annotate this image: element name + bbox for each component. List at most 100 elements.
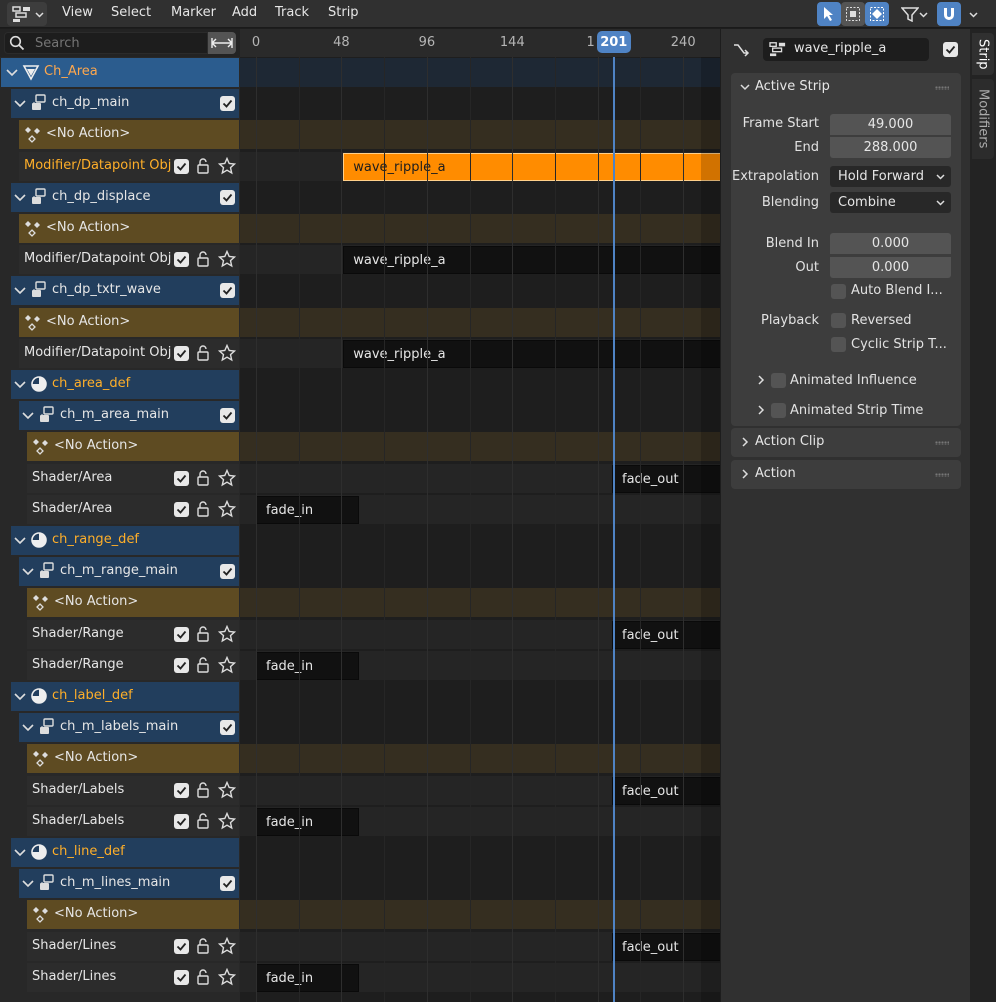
channel-action[interactable]: <No Action> bbox=[0, 431, 240, 462]
unlock-icon[interactable] bbox=[195, 157, 211, 175]
channel-object[interactable]: ch_m_labels_main bbox=[0, 712, 240, 743]
track-mute-checkbox[interactable] bbox=[174, 471, 189, 486]
playhead-line[interactable] bbox=[612, 57, 615, 1002]
menu-marker[interactable]: Marker bbox=[171, 5, 216, 20]
channel-track[interactable]: Shader/Range bbox=[0, 619, 240, 650]
menu-select[interactable]: Select bbox=[111, 5, 151, 20]
channel-track[interactable]: Modifier/Datapoint Obj bbox=[0, 151, 240, 182]
channel-action[interactable]: <No Action> bbox=[0, 899, 240, 930]
star-solo-icon[interactable] bbox=[218, 500, 236, 518]
track-mute-checkbox[interactable] bbox=[174, 627, 189, 642]
channel-track[interactable]: Shader/Area bbox=[0, 494, 240, 525]
star-solo-icon[interactable] bbox=[218, 968, 236, 986]
track-mute-checkbox[interactable] bbox=[174, 502, 189, 517]
menu-track[interactable]: Track bbox=[275, 5, 309, 20]
channel-object[interactable]: ch_dp_txtr_wave bbox=[0, 275, 240, 306]
channel-track[interactable]: Shader/Lines bbox=[0, 931, 240, 962]
unlock-icon[interactable] bbox=[195, 812, 211, 830]
box-select-button[interactable] bbox=[841, 2, 865, 26]
active-strip-panel-header[interactable]: Active Strip bbox=[731, 73, 961, 101]
chevron-down-icon[interactable] bbox=[14, 692, 26, 702]
mute-checkbox[interactable] bbox=[220, 96, 235, 111]
channel-action[interactable]: <No Action> bbox=[0, 587, 240, 618]
drag-handle-icon[interactable] bbox=[935, 473, 949, 477]
channel-track[interactable]: Shader/Lines bbox=[0, 962, 240, 993]
chevron-down-icon[interactable] bbox=[14, 193, 26, 203]
channel-scene[interactable]: Ch_Area bbox=[0, 57, 240, 88]
star-solo-icon[interactable] bbox=[218, 812, 236, 830]
strip-enabled-checkbox[interactable] bbox=[943, 42, 958, 57]
star-solo-icon[interactable] bbox=[218, 344, 236, 362]
channel-material[interactable]: ch_range_def bbox=[0, 525, 240, 556]
tab-modifiers[interactable]: Modifiers bbox=[972, 79, 994, 159]
star-solo-icon[interactable] bbox=[218, 157, 236, 175]
current-frame-indicator[interactable]: 201 bbox=[596, 31, 631, 53]
chevron-down-icon[interactable] bbox=[14, 99, 26, 109]
strip-name-field[interactable]: wave_ripple_a bbox=[763, 38, 929, 61]
star-solo-icon[interactable] bbox=[218, 937, 236, 955]
unlock-icon[interactable] bbox=[195, 625, 211, 643]
nla-strip[interactable]: fade_in bbox=[256, 652, 360, 680]
snap-dropdown[interactable] bbox=[963, 2, 983, 26]
menu-view[interactable]: View bbox=[62, 5, 93, 20]
chevron-right-icon[interactable] bbox=[757, 375, 765, 385]
animated-strip-time-checkbox[interactable] bbox=[771, 403, 786, 418]
star-solo-icon[interactable] bbox=[218, 656, 236, 674]
drag-handle-icon[interactable] bbox=[935, 86, 949, 90]
track-mute-checkbox[interactable] bbox=[174, 346, 189, 361]
nla-strip[interactable]: fade_in bbox=[256, 964, 360, 992]
editor-type-button[interactable] bbox=[7, 2, 47, 26]
channel-track[interactable]: Shader/Area bbox=[0, 463, 240, 494]
blending-dropdown[interactable]: Combine bbox=[830, 192, 951, 213]
track-mute-checkbox[interactable] bbox=[174, 970, 189, 985]
star-solo-icon[interactable] bbox=[218, 250, 236, 268]
action-panel[interactable]: Action bbox=[731, 460, 961, 489]
mute-checkbox[interactable] bbox=[220, 283, 235, 298]
nla-strip[interactable]: wave_ripple_a bbox=[343, 246, 720, 274]
channel-track[interactable]: Shader/Labels bbox=[0, 806, 240, 837]
frame-start-field[interactable]: 49.000 bbox=[830, 114, 951, 135]
chevron-down-icon[interactable] bbox=[14, 380, 26, 390]
channel-track[interactable]: Shader/Range bbox=[0, 650, 240, 681]
track-mute-checkbox[interactable] bbox=[174, 252, 189, 267]
channel-object[interactable]: ch_dp_main bbox=[0, 88, 240, 119]
frame-ruler[interactable]: 0 48 96 144 1 240 bbox=[240, 29, 720, 57]
blend-out-field[interactable]: 0.000 bbox=[830, 257, 951, 278]
unlock-icon[interactable] bbox=[195, 250, 211, 268]
extrapolation-dropdown[interactable]: Hold Forward bbox=[830, 166, 951, 187]
track-mute-checkbox[interactable] bbox=[174, 783, 189, 798]
channel-object[interactable]: ch_m_lines_main bbox=[0, 868, 240, 899]
chevron-down-icon[interactable] bbox=[22, 567, 34, 577]
mute-checkbox[interactable] bbox=[220, 720, 235, 735]
channel-object[interactable]: ch_m_area_main bbox=[0, 400, 240, 431]
channel-track[interactable]: Modifier/Datapoint Obj bbox=[0, 244, 240, 275]
menu-strip[interactable]: Strip bbox=[328, 5, 359, 20]
unlock-icon[interactable] bbox=[195, 344, 211, 362]
unlock-icon[interactable] bbox=[195, 500, 211, 518]
channel-action[interactable]: <No Action> bbox=[0, 213, 240, 244]
mute-checkbox[interactable] bbox=[220, 564, 235, 579]
star-solo-icon[interactable] bbox=[218, 625, 236, 643]
snap-toggle-button[interactable] bbox=[937, 2, 961, 26]
channel-action[interactable]: <No Action> bbox=[0, 119, 240, 150]
chevron-down-icon[interactable] bbox=[14, 536, 26, 546]
select-mode-button[interactable] bbox=[865, 2, 889, 26]
star-solo-icon[interactable] bbox=[218, 781, 236, 799]
action-clip-panel[interactable]: Action Clip bbox=[731, 428, 961, 457]
tab-strip[interactable]: Strip bbox=[972, 33, 994, 75]
reversed-checkbox[interactable] bbox=[831, 313, 846, 328]
end-field[interactable]: 288.000 bbox=[830, 137, 951, 158]
cyclic-strip-time-checkbox[interactable] bbox=[831, 337, 846, 352]
mute-checkbox[interactable] bbox=[220, 408, 235, 423]
swap-toggle-button[interactable] bbox=[208, 32, 236, 54]
mute-checkbox[interactable] bbox=[220, 876, 235, 891]
chevron-down-icon[interactable] bbox=[22, 723, 34, 733]
chevron-down-icon[interactable] bbox=[14, 286, 26, 296]
unlock-icon[interactable] bbox=[195, 469, 211, 487]
nla-strip[interactable]: fade_in bbox=[256, 496, 360, 524]
star-solo-icon[interactable] bbox=[218, 469, 236, 487]
mute-checkbox[interactable] bbox=[220, 190, 235, 205]
channel-object[interactable]: ch_dp_displace bbox=[0, 182, 240, 213]
select-tool-button[interactable] bbox=[817, 2, 841, 26]
chevron-down-icon[interactable] bbox=[22, 879, 34, 889]
